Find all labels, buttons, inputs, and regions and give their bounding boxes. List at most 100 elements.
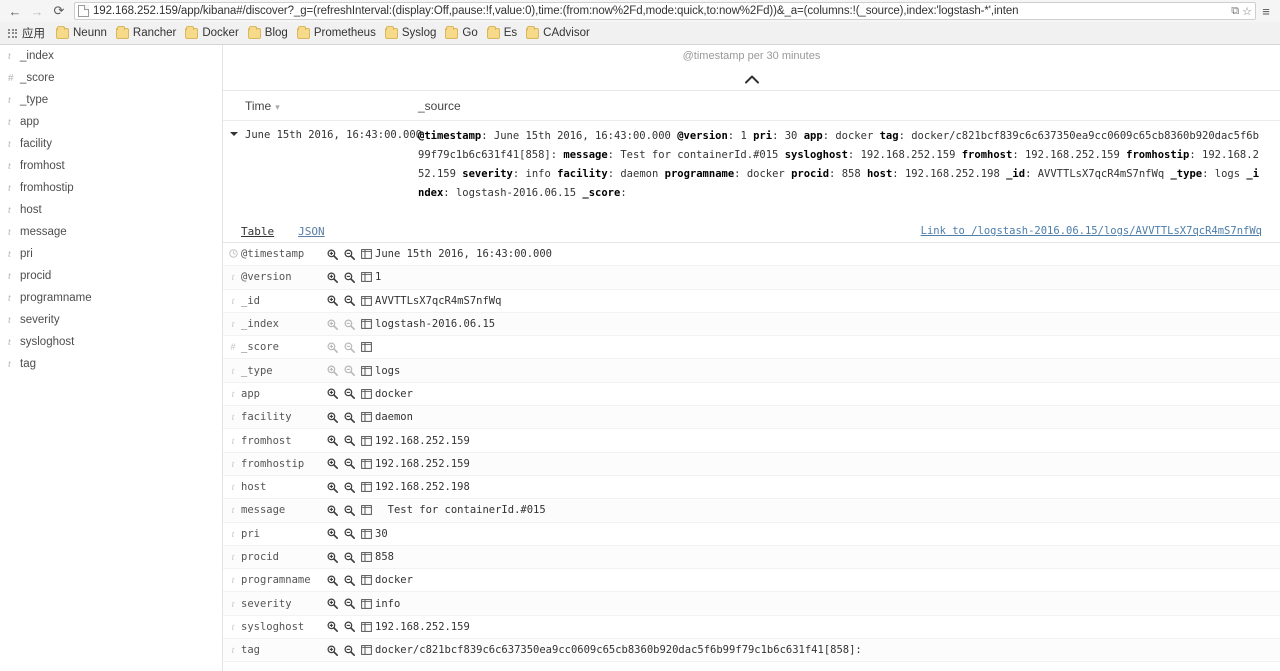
header-time-col[interactable]: Time ▾ <box>245 99 418 113</box>
sidebar-field-score[interactable]: # _score <box>0 67 222 89</box>
toggle-column-icon[interactable] <box>359 386 374 401</box>
sidebar-field-procid[interactable]: t procid <box>0 265 222 287</box>
filter-for-value-icon[interactable] <box>325 363 340 378</box>
apps-label[interactable]: 应用 <box>22 25 45 41</box>
sidebar-field-fromhost[interactable]: t fromhost <box>0 155 222 177</box>
filter-for-value-icon[interactable] <box>325 503 340 518</box>
sidebar-field-type[interactable]: t _type <box>0 89 222 111</box>
filter-out-value-icon[interactable] <box>342 526 357 541</box>
filter-for-value-icon[interactable] <box>325 643 340 658</box>
filter-for-value-icon[interactable] <box>325 247 340 262</box>
chevron-up-icon[interactable] <box>744 75 759 85</box>
filter-for-value-icon[interactable] <box>325 386 340 401</box>
bookmark-cadvisor[interactable]: CAdvisor <box>523 24 596 42</box>
sidebar-field-app[interactable]: t app <box>0 111 222 133</box>
filter-for-value-icon[interactable] <box>325 340 340 355</box>
sidebar-field-facility[interactable]: t facility <box>0 133 222 155</box>
sidebar-field-pri[interactable]: t pri <box>0 243 222 265</box>
filter-out-value-icon[interactable] <box>342 410 357 425</box>
filter-out-value-icon[interactable] <box>342 550 357 565</box>
sidebar-field-sysloghost[interactable]: t sysloghost <box>0 331 222 353</box>
filter-out-value-icon[interactable] <box>342 573 357 588</box>
sidebar-field-host[interactable]: t host <box>0 199 222 221</box>
toggle-column-icon[interactable] <box>359 526 374 541</box>
bookmark-rancher[interactable]: Rancher <box>113 24 182 42</box>
filter-out-value-icon[interactable] <box>342 363 357 378</box>
bookmark-docker[interactable]: Docker <box>182 24 244 42</box>
filter-for-value-icon[interactable] <box>325 433 340 448</box>
table-row[interactable]: June 15th 2016, 16:43:00.000 @timestamp:… <box>223 121 1280 203</box>
back-button[interactable]: ← <box>4 1 26 21</box>
toggle-column-icon[interactable] <box>359 363 374 378</box>
toggle-column-icon[interactable] <box>359 317 374 332</box>
toggle-column-icon[interactable] <box>359 596 374 611</box>
filter-out-value-icon[interactable] <box>342 480 357 495</box>
kibana-discover-page: t _index # _score t _type t app t facility t fromho… <box>0 45 1280 671</box>
filter-for-value-icon[interactable] <box>325 480 340 495</box>
bookmark-neunn[interactable]: Neunn <box>53 24 113 42</box>
sidebar-field-tag[interactable]: t tag <box>0 353 222 375</box>
filter-out-value-icon[interactable] <box>342 456 357 471</box>
caret-down-icon[interactable] <box>230 128 238 203</box>
toggle-column-icon[interactable] <box>359 480 374 495</box>
bookmark-go[interactable]: Go <box>442 24 483 42</box>
filter-out-value-icon[interactable] <box>342 270 357 285</box>
filter-for-value-icon[interactable] <box>325 573 340 588</box>
filter-out-value-icon[interactable] <box>342 293 357 308</box>
filter-out-value-icon[interactable] <box>342 503 357 518</box>
bookmark-prometheus[interactable]: Prometheus <box>294 24 382 42</box>
apps-grid-icon[interactable] <box>8 28 17 38</box>
filter-out-value-icon[interactable] <box>342 596 357 611</box>
expand-row-toggle[interactable] <box>223 127 245 203</box>
filter-out-value-icon[interactable] <box>342 433 357 448</box>
document-permalink[interactable]: Link to /logstash-2016.06.15/logs/AVVTTL… <box>921 225 1262 237</box>
toggle-column-icon[interactable] <box>359 410 374 425</box>
bookmark-syslog[interactable]: Syslog <box>382 24 443 42</box>
sidebar-field-fromhostip[interactable]: t fromhostip <box>0 177 222 199</box>
toggle-column-icon[interactable] <box>359 340 374 355</box>
toggle-column-icon[interactable] <box>359 573 374 588</box>
toggle-column-icon[interactable] <box>359 247 374 262</box>
filter-for-value-icon[interactable] <box>325 410 340 425</box>
toggle-column-icon[interactable] <box>359 550 374 565</box>
filter-for-value-icon[interactable] <box>325 456 340 471</box>
toggle-column-icon[interactable] <box>359 270 374 285</box>
filter-for-value-icon[interactable] <box>325 317 340 332</box>
filter-out-value-icon[interactable] <box>342 386 357 401</box>
sidebar-field-index[interactable]: t _index <box>0 45 222 67</box>
filter-out-value-icon[interactable] <box>342 643 357 658</box>
filter-for-value-icon[interactable] <box>325 596 340 611</box>
filter-for-value-icon[interactable] <box>325 293 340 308</box>
sidebar-field-severity[interactable]: t severity <box>0 309 222 331</box>
toggle-column-icon[interactable] <box>359 456 374 471</box>
filter-out-value-icon[interactable] <box>342 340 357 355</box>
toggle-column-icon[interactable] <box>359 293 374 308</box>
browser-menu-button[interactable]: ≡ <box>1256 4 1276 19</box>
sidebar-field-programname[interactable]: t programname <box>0 287 222 309</box>
toggle-column-icon[interactable] <box>359 503 374 518</box>
collapse-histogram-bar[interactable] <box>223 69 1280 91</box>
forward-button[interactable]: → <box>26 1 48 21</box>
filter-out-value-icon[interactable] <box>342 247 357 262</box>
filter-for-value-icon[interactable] <box>325 270 340 285</box>
toggle-column-icon[interactable] <box>359 619 374 634</box>
cast-icon[interactable]: ⧉ <box>1231 5 1239 18</box>
filter-out-value-icon[interactable] <box>342 619 357 634</box>
sort-caret-icon[interactable]: ▾ <box>275 102 280 112</box>
field-type-string-icon: t <box>231 412 235 423</box>
reload-button[interactable]: ⟳ <box>48 1 70 21</box>
filter-for-value-icon[interactable] <box>325 526 340 541</box>
detail-field-name: _score <box>241 341 279 354</box>
tab-table[interactable]: Table <box>229 225 286 242</box>
filter-for-value-icon[interactable] <box>325 619 340 634</box>
bookmark-blog[interactable]: Blog <box>245 24 294 42</box>
bookmark-es[interactable]: Es <box>484 24 523 42</box>
toggle-column-icon[interactable] <box>359 433 374 448</box>
filter-out-value-icon[interactable] <box>342 317 357 332</box>
bookmark-star-icon[interactable]: ☆ <box>1242 5 1252 18</box>
sidebar-field-message[interactable]: t message <box>0 221 222 243</box>
filter-for-value-icon[interactable] <box>325 550 340 565</box>
tab-json[interactable]: JSON <box>286 225 337 242</box>
toggle-column-icon[interactable] <box>359 643 374 658</box>
address-bar[interactable]: 192.168.252.159/app/kibana#/discover?_g=… <box>74 2 1256 20</box>
